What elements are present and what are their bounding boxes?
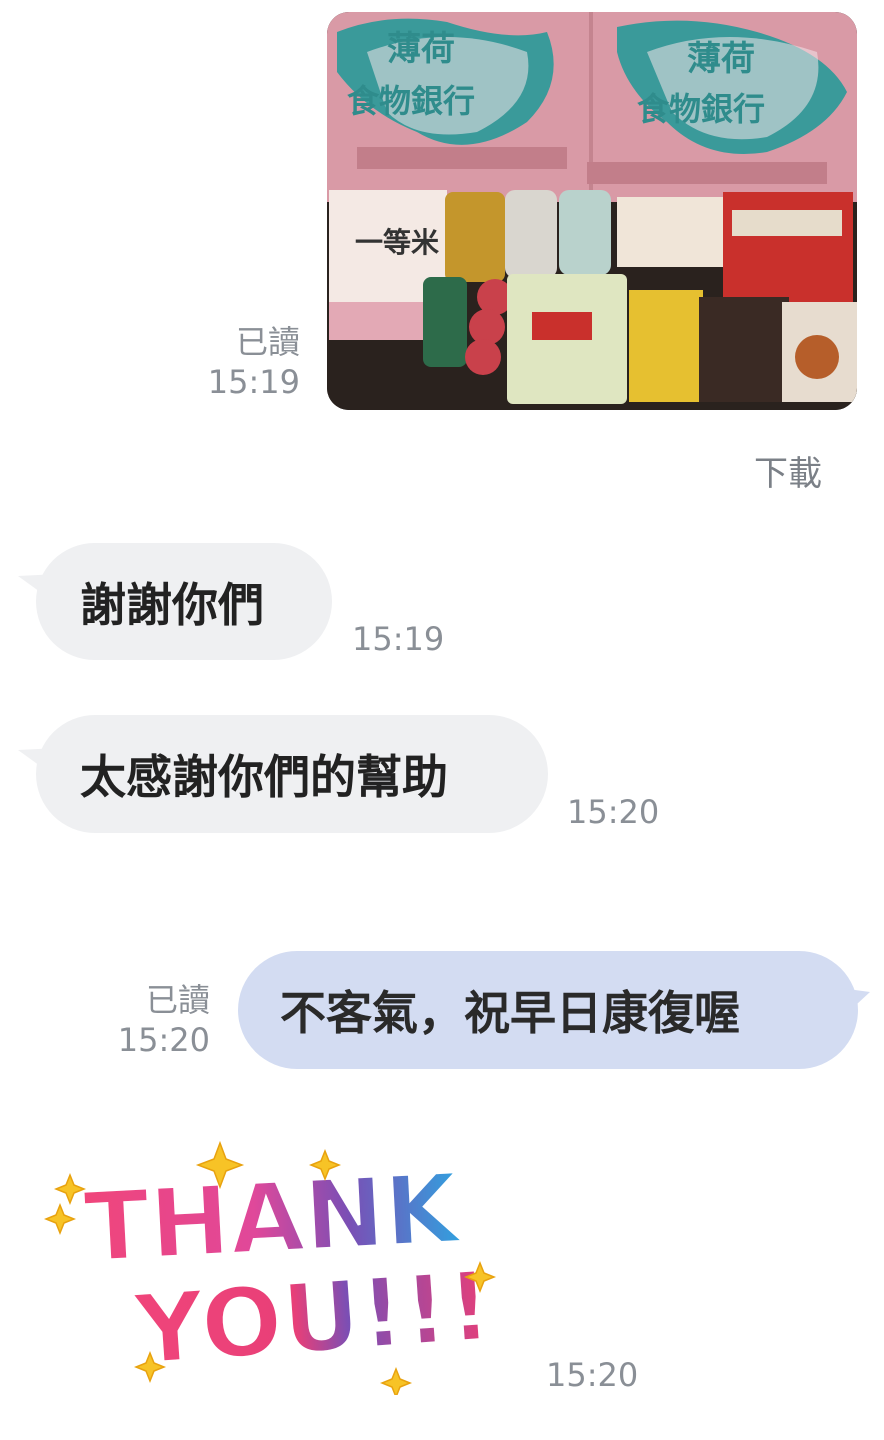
box-title-left: 薄荷: [387, 29, 455, 69]
sticker-graphic: THANK YOU!!!: [43, 1140, 497, 1400]
bubble-tail: [840, 988, 870, 1016]
message-time: 15:20: [546, 1356, 639, 1394]
food-donation-photo: 薄荷 食物銀行 薄荷 食物銀行 一等米: [327, 12, 857, 410]
message-text: 太感謝你們的幫助: [80, 750, 448, 804]
box-subtitle-right: 食物銀行: [637, 90, 765, 128]
box-subtitle-left: 食物銀行: [347, 82, 475, 120]
message-time: 15:19: [207, 363, 300, 401]
message-time: 15:20: [567, 793, 660, 831]
message-text: 不客氣，祝早日康復喔: [280, 986, 740, 1040]
read-receipt: 已讀 15:20: [110, 980, 210, 1060]
box-title-right: 薄荷: [687, 39, 755, 79]
rice-label: 一等米: [355, 226, 439, 259]
message-time: 15:20: [117, 1021, 210, 1059]
thank-you-sticker[interactable]: THANK YOU!!!: [40, 1135, 500, 1400]
message-text: 謝謝你們: [80, 577, 264, 632]
read-status: 已讀: [145, 981, 210, 1019]
incoming-message-bubble[interactable]: 謝謝你們: [36, 543, 332, 660]
read-status: 已讀: [235, 323, 300, 361]
outgoing-message-bubble[interactable]: 不客氣，祝早日康復喔: [238, 951, 858, 1069]
sent-photo[interactable]: 薄荷 食物銀行 薄荷 食物銀行 一等米: [327, 12, 857, 410]
download-link[interactable]: 下載: [754, 446, 822, 495]
message-time: 15:19: [352, 620, 445, 658]
incoming-message-bubble[interactable]: 太感謝你們的幫助: [36, 715, 548, 833]
sticker-word-you: YOU!!!: [130, 1250, 495, 1387]
read-receipt: 已讀 15:19: [200, 322, 300, 402]
